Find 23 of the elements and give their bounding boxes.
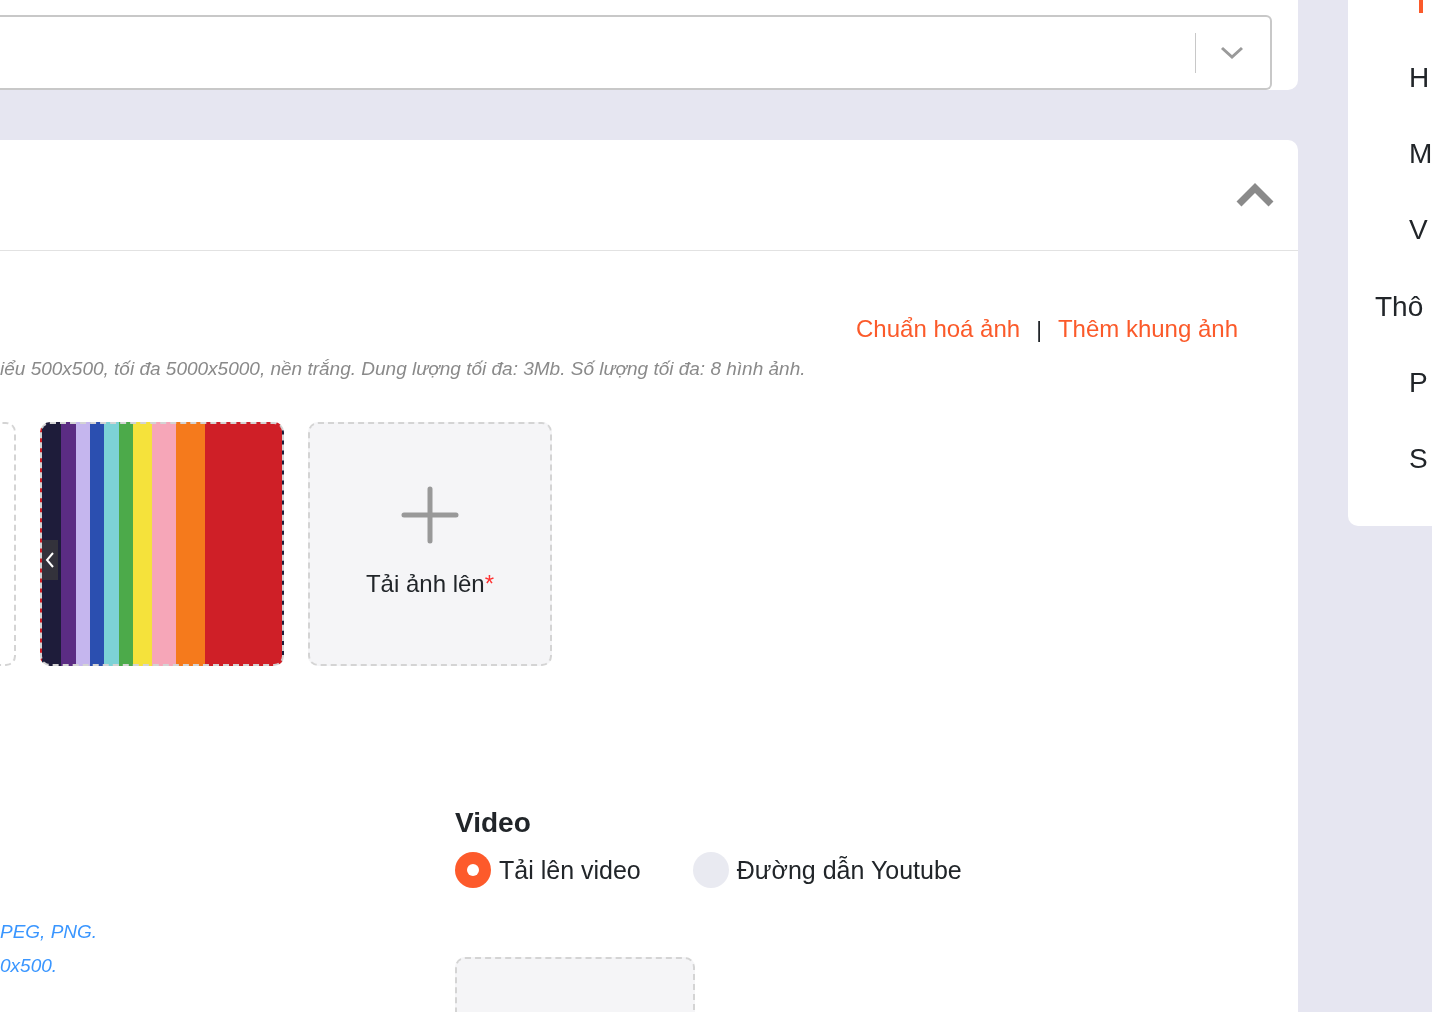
plus-icon: [401, 485, 459, 544]
sidebar-heading: Thô: [1375, 290, 1425, 323]
separator: |: [1036, 315, 1042, 344]
sidebar-item[interactable]: S: [1409, 442, 1432, 476]
chevron-left-icon[interactable]: [42, 539, 58, 580]
chevron-up-icon[interactable]: [1236, 183, 1274, 207]
section-title: Video: [455, 805, 532, 840]
radio-button[interactable]: [455, 852, 491, 889]
active-indicator: [1419, 0, 1423, 13]
required-mark: *: [484, 569, 495, 597]
sidebar-item[interactable]: H: [1409, 62, 1432, 95]
note-text: PEG, PNG.: [0, 919, 99, 944]
select-field[interactable]: [0, 15, 1272, 90]
note-text: 0x500.: [0, 954, 59, 978]
upload-label: Tải ảnh lên*: [365, 568, 495, 599]
radio-label: Đường dẫn Youtube: [736, 854, 962, 886]
chevron-down-icon: [1220, 45, 1244, 60]
sidebar-item[interactable]: V: [1409, 214, 1432, 247]
radio-label: Tải lên video: [499, 854, 641, 886]
upload-tile[interactable]: Tải ảnh lên*: [308, 421, 552, 666]
hint-text: iểu 500x500, tối đa 5000x5000, nền trắng. Dung lượng tối đa: 3Mb. Số lượng tối đa: 8 hình ảnh.: [0, 357, 807, 381]
sidebar-item[interactable]: P: [1409, 366, 1432, 399]
sidebar-item[interactable]: M: [1409, 138, 1432, 171]
